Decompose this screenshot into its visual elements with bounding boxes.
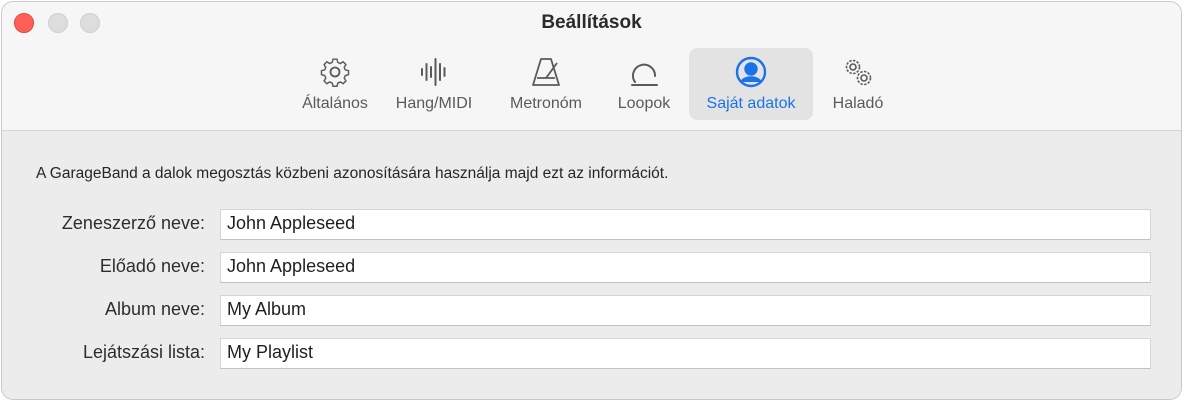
album-field[interactable]: My Album xyxy=(220,295,1151,326)
tab-audio-midi[interactable]: Hang/MIDI xyxy=(387,48,481,120)
tab-metronome-label: Metronóm xyxy=(509,95,583,112)
tab-loops[interactable]: Loopok xyxy=(607,48,681,120)
tab-audio-midi-label: Hang/MIDI xyxy=(395,95,473,112)
album-label: Album neve: xyxy=(104,299,205,319)
waveform-icon xyxy=(414,54,454,90)
window-title: Beállítások xyxy=(541,12,642,33)
tab-general[interactable]: Általános xyxy=(291,48,379,120)
my-info-pane: A GarageBand a dalok megosztás közbeni a… xyxy=(2,131,1181,399)
playlist-label: Lejátszási lista: xyxy=(82,342,205,362)
artist-label: Előadó neve: xyxy=(99,256,205,276)
title-bar: Beállítások Általános Hang/MIDI Metronóm… xyxy=(2,2,1181,131)
playlist-field[interactable]: My Playlist xyxy=(220,338,1151,369)
tab-loops-label: Loopok xyxy=(617,95,671,112)
artist-field[interactable]: John Appleseed xyxy=(220,252,1151,283)
info-text: A GarageBand a dalok megosztás közbeni a… xyxy=(36,165,669,182)
person-circle-icon xyxy=(731,54,771,90)
tab-my-info-label: Saját adatok xyxy=(706,95,796,112)
loop-icon xyxy=(624,54,664,90)
tab-general-label: Általános xyxy=(302,95,368,112)
tab-advanced[interactable]: Haladó xyxy=(821,48,895,120)
tab-my-info[interactable]: Saját adatok xyxy=(689,48,813,120)
composer-label: Zeneszerző neve: xyxy=(61,213,205,233)
metronome-icon xyxy=(526,54,566,90)
composer-field[interactable]: John Appleseed xyxy=(220,209,1151,240)
tab-advanced-label: Haladó xyxy=(832,95,884,112)
tab-metronome[interactable]: Metronóm xyxy=(497,48,595,120)
gear-icon xyxy=(315,54,355,90)
gears-icon xyxy=(838,54,878,90)
preferences-window: Beállítások Általános Hang/MIDI Metronóm… xyxy=(1,1,1182,400)
